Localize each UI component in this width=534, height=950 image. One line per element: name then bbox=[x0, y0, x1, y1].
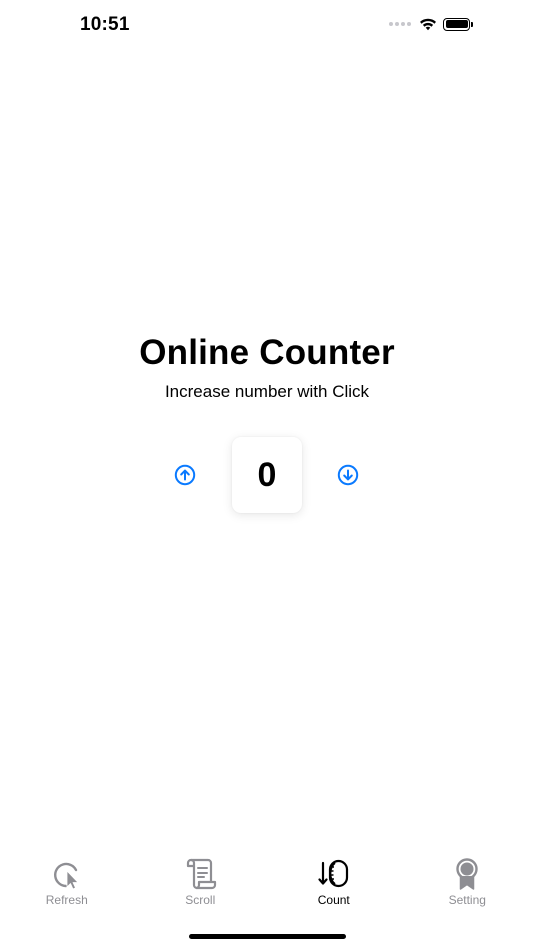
award-ribbon-icon bbox=[456, 858, 478, 890]
page-subtitle: Increase number with Click bbox=[164, 382, 370, 401]
page-title: Online Counter bbox=[139, 333, 395, 372]
arrow-up-circle-icon[interactable] bbox=[174, 464, 196, 486]
app-screen: 10:51 Online Counter Increase number wit… bbox=[0, 0, 534, 950]
tab-refresh[interactable]: Refresh bbox=[0, 850, 134, 916]
count-wheel-icon bbox=[318, 859, 348, 888]
tab-setting[interactable]: Setting bbox=[401, 850, 534, 916]
tab-label: Refresh bbox=[45, 893, 88, 907]
status-icons bbox=[389, 17, 473, 31]
tab-bar: Refresh Scroll Count Setting bbox=[0, 850, 534, 916]
tab-label: Scroll bbox=[185, 893, 216, 907]
refresh-cursor-icon bbox=[53, 862, 79, 890]
tab-scroll[interactable]: Scroll bbox=[134, 850, 268, 916]
status-time: 10:51 bbox=[80, 14, 130, 35]
tab-label: Count bbox=[317, 893, 350, 907]
home-indicator bbox=[189, 934, 346, 939]
scroll-icon bbox=[187, 858, 217, 890]
counter-row: 0 bbox=[0, 437, 534, 513]
signal-icon bbox=[389, 22, 411, 26]
status-bar: 10:51 bbox=[0, 0, 534, 54]
tab-label: Setting bbox=[448, 893, 486, 907]
battery-icon bbox=[443, 17, 473, 31]
wifi-icon bbox=[420, 18, 436, 31]
arrow-down-circle-icon[interactable] bbox=[337, 464, 359, 486]
counter-display: 0 bbox=[232, 437, 302, 513]
tab-count[interactable]: Count bbox=[267, 850, 401, 916]
